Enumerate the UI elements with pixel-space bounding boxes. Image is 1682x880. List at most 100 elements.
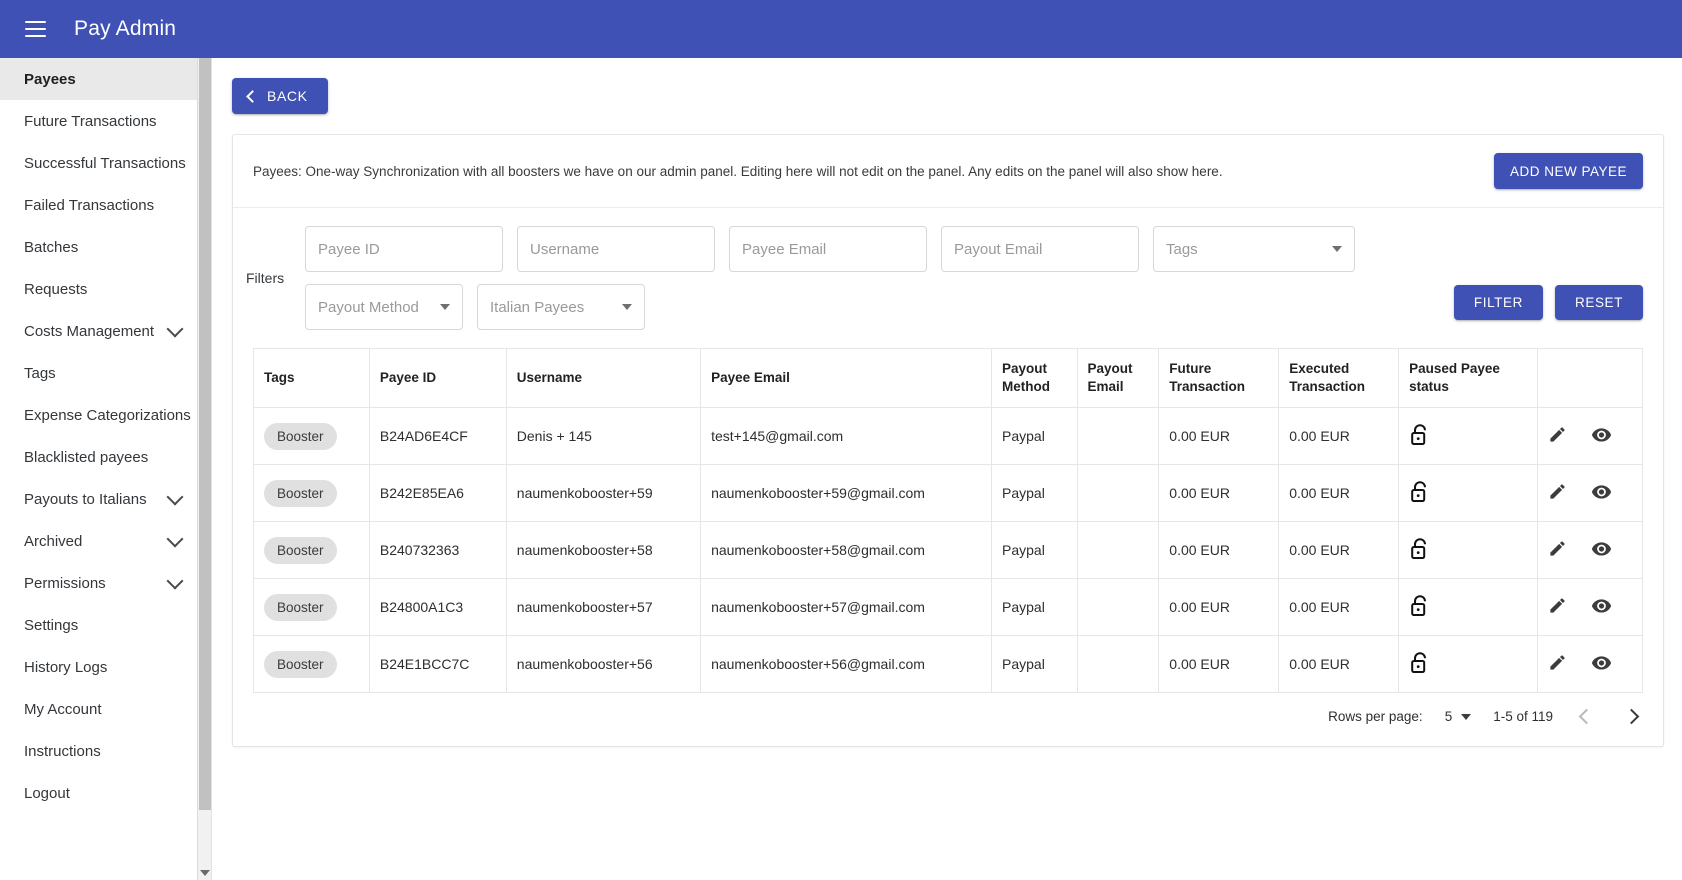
table-column-header: Payout Method: [991, 347, 1078, 409]
cell-payout-method: Paypal: [991, 407, 1078, 466]
sidebar-item-payees[interactable]: Payees: [0, 58, 211, 100]
cell-paused-status[interactable]: [1398, 635, 1538, 694]
cell-tags: Booster: [253, 407, 370, 466]
reset-button[interactable]: RESET: [1554, 284, 1643, 320]
view-eye-icon[interactable]: [1591, 652, 1612, 676]
payee-id-input[interactable]: Payee ID: [305, 226, 503, 272]
cell-payout-email: [1076, 521, 1160, 580]
table-row: Booster B24E1BCC7C naumenkobooster+56 naume…: [253, 635, 1644, 694]
view-eye-icon[interactable]: [1591, 424, 1612, 448]
back-button[interactable]: BACK: [232, 78, 328, 114]
table-column-header: Payee Email: [700, 347, 993, 409]
sidebar-item-label: Requests: [24, 280, 88, 298]
cell-paused-status[interactable]: [1398, 464, 1538, 523]
view-eye-icon[interactable]: [1591, 538, 1612, 562]
sidebar-item-failed-transactions[interactable]: Failed Transactions: [0, 184, 211, 226]
cell-paused-status[interactable]: [1398, 578, 1538, 637]
view-eye-icon[interactable]: [1591, 481, 1612, 505]
sidebar-item-instructions[interactable]: Instructions: [0, 730, 211, 772]
hamburger-menu-icon[interactable]: [18, 12, 52, 46]
sidebar-item-label: Batches: [24, 238, 79, 256]
sidebar-item-archived[interactable]: Archived: [0, 520, 211, 562]
edit-pencil-icon[interactable]: [1548, 425, 1567, 447]
sidebar-item-tags[interactable]: Tags: [0, 352, 211, 394]
sidebar-item-permissions[interactable]: Permissions: [0, 562, 211, 604]
cell-paused-status[interactable]: [1398, 407, 1538, 466]
edit-pencil-icon[interactable]: [1548, 596, 1567, 618]
scroll-down-arrow-icon[interactable]: [200, 870, 210, 876]
payee-email-input[interactable]: Payee Email: [729, 226, 927, 272]
unlocked-padlock-icon[interactable]: [1411, 595, 1429, 620]
cell-paused-status[interactable]: [1398, 521, 1538, 580]
username-input[interactable]: Username: [517, 226, 715, 272]
sidebar-item-label: Payees: [24, 70, 76, 88]
next-page-button[interactable]: [1620, 709, 1643, 725]
sidebar-item-settings[interactable]: Settings: [0, 604, 211, 646]
sidebar-item-payouts-to-italians[interactable]: Payouts to Italians: [0, 478, 211, 520]
filter-button[interactable]: FILTER: [1453, 284, 1543, 320]
page-title: Pay Admin: [74, 17, 177, 40]
cell-future-transaction: 0.00 EUR: [1158, 521, 1280, 580]
cell-executed-transaction: 0.00 EUR: [1278, 407, 1400, 466]
sidebar-scrollbar-thumb[interactable]: [199, 58, 211, 810]
sidebar-item-label: Expense Categorizations: [24, 406, 191, 424]
main-content: BACK Payees: One-way Synchronization wit…: [212, 58, 1682, 880]
sidebar-scrollbar[interactable]: [197, 58, 211, 880]
payout-method-select[interactable]: Payout Method: [305, 284, 463, 330]
column-header-line1: Executed: [1289, 361, 1350, 376]
sidebar-item-label: Tags: [24, 364, 56, 382]
cell-payout-email: [1076, 407, 1160, 466]
sidebar-item-label: Instructions: [24, 742, 101, 760]
table-head: Tags Payee ID Username Payee Email Payout Met…: [253, 347, 1644, 409]
unlocked-padlock-icon[interactable]: [1411, 538, 1429, 563]
sidebar-item-history-logs[interactable]: History Logs: [0, 646, 211, 688]
payout-email-input[interactable]: Payout Email: [941, 226, 1139, 272]
chevron-down-icon: [166, 320, 184, 337]
sidebar-item-requests[interactable]: Requests: [0, 268, 211, 310]
cell-payee-id: B24800A1C3: [368, 578, 507, 637]
tags-select[interactable]: Tags: [1153, 226, 1355, 272]
payees-card: Payees: One-way Synchronization with all…: [232, 134, 1664, 748]
cell-username: naumenkobooster+58: [505, 521, 702, 580]
column-header-line1: Payout: [1087, 361, 1133, 376]
table-column-header: Future Transaction: [1158, 347, 1280, 409]
unlocked-padlock-icon[interactable]: [1411, 481, 1429, 506]
column-header-line1: Payee ID: [379, 370, 437, 386]
table-body: Booster B24AD6E4CF Denis + 145 test+145@gma…: [253, 407, 1644, 694]
sidebar-item-future-transactions[interactable]: Future Transactions: [0, 100, 211, 142]
sidebar-item-blacklisted-payees[interactable]: Blacklisted payees: [0, 436, 211, 478]
sidebar-item-my-account[interactable]: My Account: [0, 688, 211, 730]
rows-per-page-select[interactable]: 5: [1445, 709, 1472, 724]
sidebar-item-batches[interactable]: Batches: [0, 226, 211, 268]
cell-payout-method: Paypal: [991, 464, 1078, 523]
cell-future-transaction: 0.00 EUR: [1158, 464, 1280, 523]
sidebar-item-logout[interactable]: Logout: [0, 772, 211, 814]
unlocked-padlock-icon[interactable]: [1411, 424, 1429, 449]
sidebar-item-successful-transactions[interactable]: Successful Transactions: [0, 142, 211, 184]
view-eye-icon[interactable]: [1591, 595, 1612, 619]
filters-fields: Payee ID Username Payee Email Payout Ema…: [305, 226, 1440, 330]
edit-pencil-icon[interactable]: [1548, 482, 1567, 504]
sidebar-item-expense-categorizations[interactable]: Expense Categorizations: [0, 394, 211, 436]
table-column-header: Executed Transaction: [1278, 347, 1400, 409]
card-description: Payees: One-way Synchronization with all…: [253, 163, 1223, 179]
sidebar-item-costs-management[interactable]: Costs Management: [0, 310, 211, 352]
italian-payees-select[interactable]: Italian Payees: [477, 284, 645, 330]
table-container: Tags Payee ID Username Payee Email Payout Met…: [233, 342, 1663, 694]
edit-pencil-icon[interactable]: [1548, 539, 1567, 561]
table-column-header: Paused Payee status: [1398, 347, 1538, 409]
cell-payout-email: [1076, 464, 1160, 523]
edit-pencil-icon[interactable]: [1548, 653, 1567, 675]
column-header-line2: Email: [1087, 379, 1124, 395]
cell-actions: [1536, 407, 1644, 466]
chevron-down-icon: [166, 488, 184, 505]
sidebar-item-label: Blacklisted payees: [24, 448, 149, 466]
previous-page-button[interactable]: [1575, 709, 1598, 725]
unlocked-padlock-icon[interactable]: [1411, 652, 1429, 677]
column-header-line1: Paused Payee: [1409, 361, 1500, 376]
chevron-down-icon: [1461, 713, 1472, 720]
cell-tags: Booster: [253, 635, 370, 694]
add-new-payee-button[interactable]: ADD NEW PAYEE: [1493, 153, 1643, 189]
cell-payee-id: B24AD6E4CF: [368, 407, 507, 466]
sidebar-list: Payees Future Transactions Successful Tran…: [0, 58, 211, 814]
